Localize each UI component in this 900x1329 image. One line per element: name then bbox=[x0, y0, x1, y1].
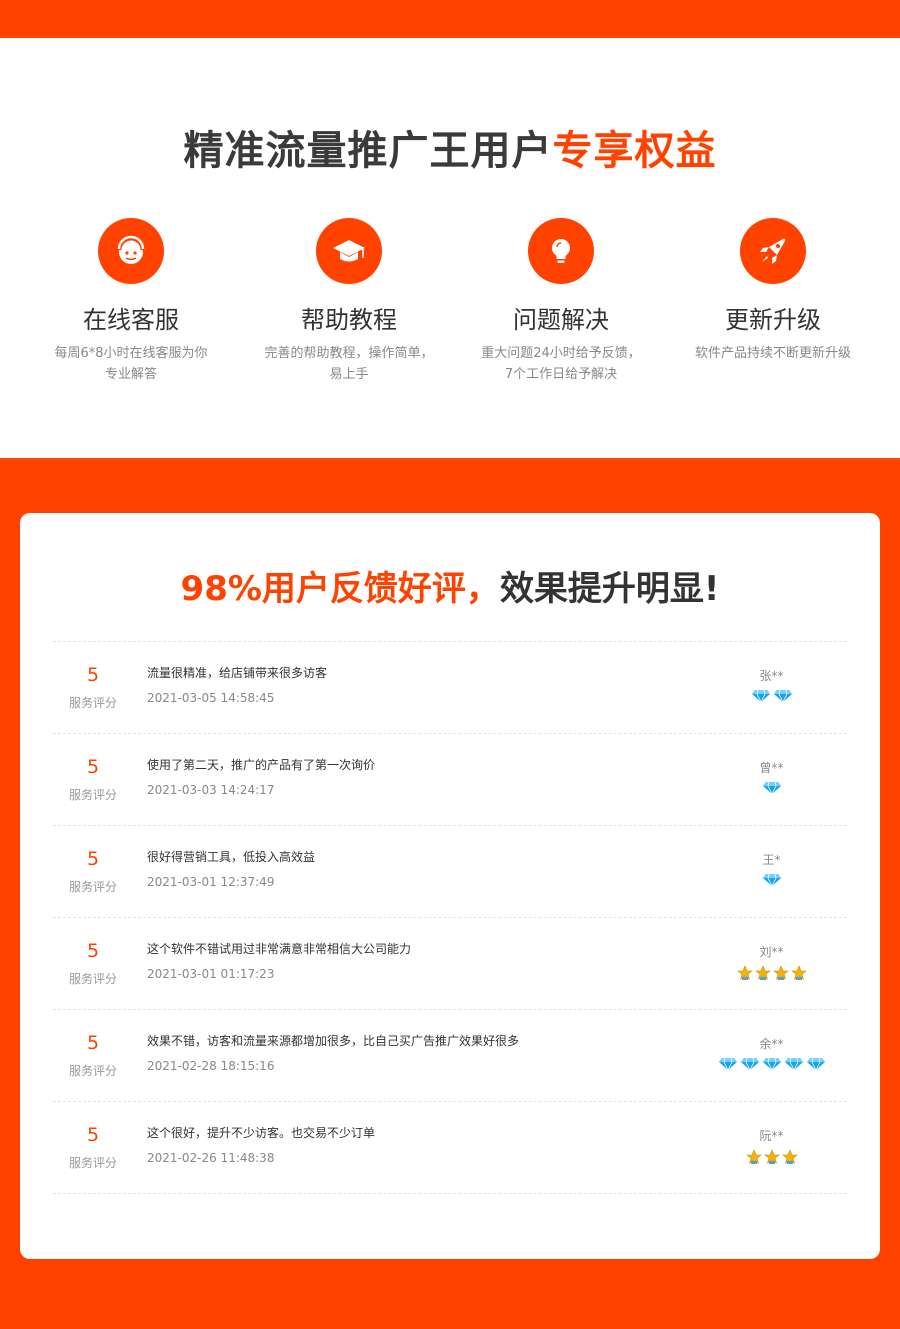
feature-desc: 7个工作日给予解决 bbox=[504, 367, 618, 382]
review-list: 5 服务评分 流量很精准，给店铺带来很多访客 2021-03-05 14:58:45 张… bbox=[53, 641, 847, 1194]
review-row: 5 服务评分 效果不错，访客和流量来源都增加很多，比自己买广告推广效果好很多 2021… bbox=[53, 1010, 847, 1102]
diamond-icon bbox=[784, 1057, 803, 1071]
user-level-badges bbox=[699, 689, 844, 703]
review-score-label: 服务评分 bbox=[68, 1156, 117, 1170]
review-score-label: 服务评分 bbox=[68, 880, 117, 894]
feature-desc: 易上手 bbox=[329, 367, 369, 382]
review-score: 5 bbox=[86, 1124, 100, 1146]
feature-title: 更新升级 bbox=[725, 306, 821, 334]
review-score: 5 bbox=[86, 848, 100, 870]
crown-icon bbox=[754, 965, 771, 980]
diamond-icon bbox=[773, 689, 792, 703]
review-text: 使用了第二天，推广的产品有了第一次询价 bbox=[147, 758, 376, 772]
review-score-label: 服务评分 bbox=[68, 788, 117, 802]
feature-update-upgrade: 更新升级 软件产品持续不断更新升级 bbox=[668, 218, 878, 364]
review-row: 5 服务评分 这个很好，提升不少访客。也交易不少订单 2021-02-26 11:48… bbox=[53, 1102, 847, 1194]
review-date: 2021-03-03 14:24:17 bbox=[147, 783, 275, 797]
feature-help-tutorial: 帮助教程 完善的帮助教程，操作简单， 易上手 bbox=[244, 218, 454, 385]
review-score: 5 bbox=[86, 1032, 100, 1054]
user-level-badges bbox=[699, 1057, 844, 1071]
benefits-section: 精准流量推广王用户专享权益 在线客服 每周6*8小时在线客服为你 专业解答 帮助教… bbox=[0, 38, 900, 458]
reviews-card: 98%用户反馈好评，效果提升明显! 5 服务评分 流量很精准，给店铺带来很多访客 20… bbox=[20, 513, 880, 1259]
diamond-icon bbox=[806, 1057, 825, 1071]
review-date: 2021-03-01 01:17:23 bbox=[147, 967, 275, 981]
crown-icon bbox=[745, 1149, 762, 1164]
reviews-title-highlight: 98%用户反馈好评， bbox=[180, 569, 500, 609]
review-score: 5 bbox=[86, 664, 100, 686]
feature-desc: 重大问题24小时给予反馈， bbox=[481, 346, 641, 361]
review-row: 5 服务评分 使用了第二天，推广的产品有了第一次询价 2021-03-03 14:24… bbox=[53, 734, 847, 826]
review-row: 5 服务评分 流量很精准，给店铺带来很多访客 2021-03-05 14:58:45 张… bbox=[53, 642, 847, 734]
customer-service-icon bbox=[117, 235, 145, 264]
graduation-cap-icon bbox=[333, 240, 365, 262]
review-user: 曾** bbox=[759, 761, 784, 775]
review-user: 阮** bbox=[759, 1129, 784, 1143]
feature-desc: 完善的帮助教程，操作简单， bbox=[264, 346, 434, 361]
crown-icon bbox=[736, 965, 753, 980]
reviews-title-main: 效果提升明显! bbox=[499, 569, 720, 609]
diamond-icon bbox=[718, 1057, 737, 1071]
review-text: 很好得营销工具，低投入高效益 bbox=[147, 850, 316, 864]
feature-problem-solving: 问题解决 重大问题24小时给予反馈， 7个工作日给予解决 bbox=[456, 218, 666, 385]
review-score: 5 bbox=[86, 756, 100, 778]
feature-title: 问题解决 bbox=[513, 306, 609, 334]
diamond-icon bbox=[751, 689, 770, 703]
crown-icon bbox=[763, 1149, 780, 1164]
review-row: 5 服务评分 很好得营销工具，低投入高效益 2021-03-01 12:37:49 王* bbox=[53, 826, 847, 918]
review-row: 5 服务评分 这个软件不错试用过非常满意非常相信大公司能力 2021-03-01 01… bbox=[53, 918, 847, 1010]
feature-online-service: 在线客服 每周6*8小时在线客服为你 专业解答 bbox=[26, 218, 236, 385]
feature-desc: 每周6*8小时在线客服为你 bbox=[54, 346, 208, 361]
benefits-title-highlight: 专享权益 bbox=[552, 128, 717, 174]
review-score: 5 bbox=[86, 940, 100, 962]
review-user: 余** bbox=[759, 1037, 784, 1051]
review-user: 张** bbox=[759, 669, 784, 683]
benefits-title: 精准流量推广王用户专享权益 bbox=[0, 118, 900, 176]
review-user: 王* bbox=[762, 853, 781, 867]
feature-title: 在线客服 bbox=[83, 306, 179, 334]
crown-icon bbox=[772, 965, 789, 980]
review-text: 效果不错，访客和流量来源都增加很多，比自己买广告推广效果好很多 bbox=[147, 1034, 520, 1048]
review-score-label: 服务评分 bbox=[68, 696, 117, 710]
review-date: 2021-02-28 18:15:16 bbox=[147, 1059, 275, 1073]
user-level-badges bbox=[699, 965, 844, 981]
feature-desc: 软件产品持续不断更新升级 bbox=[694, 346, 851, 361]
rocket-icon bbox=[760, 238, 786, 264]
reviews-title: 98%用户反馈好评，效果提升明显! bbox=[20, 561, 880, 610]
review-text: 这个软件不错试用过非常满意非常相信大公司能力 bbox=[147, 942, 412, 956]
review-score-label: 服务评分 bbox=[68, 1064, 117, 1078]
top-banner bbox=[0, 0, 900, 38]
diamond-icon bbox=[762, 873, 781, 887]
crown-icon bbox=[790, 965, 807, 980]
diamond-icon bbox=[762, 1057, 781, 1071]
diamond-icon bbox=[762, 781, 781, 795]
user-level-badges bbox=[699, 781, 844, 795]
review-text: 这个很好，提升不少访客。也交易不少订单 bbox=[147, 1126, 376, 1140]
user-level-badges bbox=[699, 873, 844, 887]
feature-title: 帮助教程 bbox=[301, 306, 397, 334]
review-date: 2021-02-26 11:48:38 bbox=[147, 1151, 275, 1165]
benefits-title-main: 精准流量推广王用户 bbox=[183, 128, 553, 174]
user-level-badges bbox=[699, 1149, 844, 1165]
feature-desc: 专业解答 bbox=[104, 367, 157, 382]
review-date: 2021-03-01 12:37:49 bbox=[147, 875, 275, 889]
crown-icon bbox=[781, 1149, 798, 1164]
diamond-icon bbox=[740, 1057, 759, 1071]
lightbulb-icon bbox=[552, 239, 570, 263]
review-text: 流量很精准，给店铺带来很多访客 bbox=[147, 666, 328, 680]
review-date: 2021-03-05 14:58:45 bbox=[147, 691, 275, 705]
review-user: 刘** bbox=[759, 945, 784, 959]
review-score-label: 服务评分 bbox=[68, 972, 117, 986]
